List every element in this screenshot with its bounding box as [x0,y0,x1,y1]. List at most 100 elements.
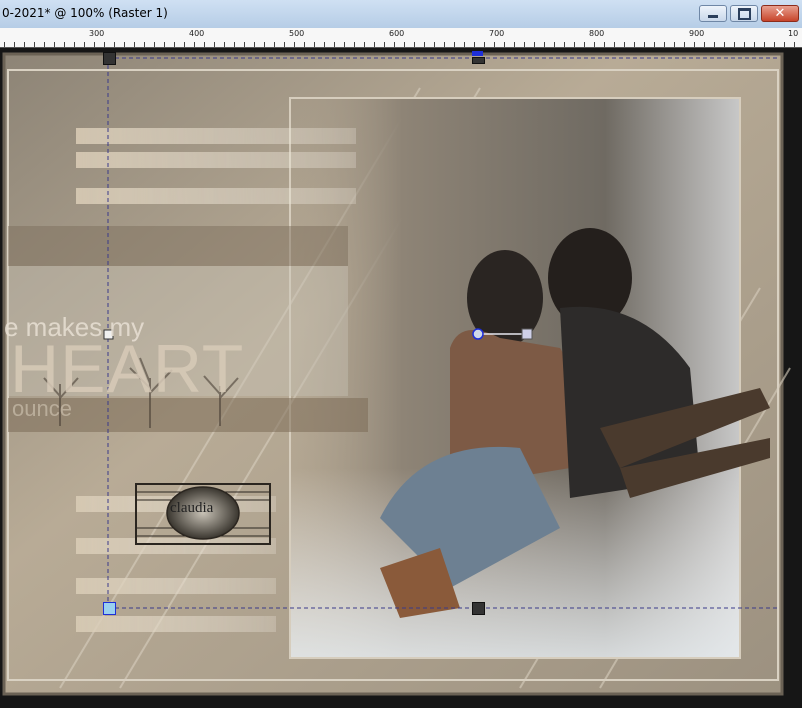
maximize-icon [737,7,751,20]
ruler-tick [564,42,565,47]
ruler-tick [44,42,45,47]
ruler-tick [164,42,165,47]
ruler-tick [494,42,495,47]
ruler-tick [184,42,185,47]
ruler-tick [604,42,605,47]
ruler-tick [4,42,5,47]
ruler-tick [54,42,55,47]
selection-handle-top-left[interactable] [103,52,116,65]
ruler-tick [404,42,405,47]
selection-handle-top-active[interactable] [472,51,483,56]
ruler-tick [84,42,85,47]
maximize-button[interactable] [730,5,758,22]
ruler-tick [644,42,645,47]
ruler-tick [344,42,345,47]
ruler-tick [574,42,575,47]
ruler-tick [674,42,675,47]
ruler-tick [144,42,145,47]
ruler-label: 700 [489,29,505,38]
ruler-label: 10 [788,29,799,38]
ruler-label: 500 [289,29,305,38]
close-button[interactable]: ✕ [761,5,799,22]
ruler-tick [64,42,65,47]
ruler-tick [554,42,555,47]
ruler-tick [304,42,305,47]
ruler-tick [364,42,365,47]
ruler-tick [294,42,295,47]
close-icon: ✕ [774,6,786,21]
ruler-tick [384,42,385,47]
ruler-tick [274,42,275,47]
ruler-tick [374,42,375,47]
ruler-tick [774,42,775,47]
ruler-tick [624,42,625,47]
ruler-tick [224,42,225,47]
ruler-label: 300 [89,29,105,38]
minimize-icon [708,15,718,18]
ruler-tick [474,42,475,47]
artwork-signature: claudia [170,500,214,516]
ruler-tick [124,42,125,47]
ruler-tick [174,42,175,47]
selection-handle-top[interactable] [472,57,485,64]
ruler-tick [314,42,315,47]
ruler-tick [484,42,485,47]
ruler-tick [654,42,655,47]
ruler-tick [94,42,95,47]
ruler-tick [394,42,395,47]
ruler-tick [264,42,265,47]
ruler-tick [464,42,465,47]
ruler-tick [784,42,785,47]
ruler-tick [244,42,245,47]
ruler-label: 600 [389,29,405,38]
ruler-tick [594,42,595,47]
ruler-tick [714,42,715,47]
ruler-tick [114,42,115,47]
ruler-label: 800 [589,29,605,38]
ruler-tick [194,42,195,47]
ruler-tick [434,42,435,47]
ruler-tick [444,42,445,47]
artwork-text-line3: ounce [12,396,72,421]
ruler-tick [74,42,75,47]
ruler-tick [424,42,425,47]
ruler-tick [504,42,505,47]
ruler-tick [704,42,705,47]
ruler-tick [724,42,725,47]
ruler-tick [794,42,795,47]
ruler-tick [234,42,235,47]
ruler-tick [104,42,105,47]
selection-handle-bottom[interactable] [472,602,485,615]
ruler-tick [694,42,695,47]
horizontal-ruler[interactable]: 300 400 500 600 700 800 900 10 [0,28,802,48]
selection-handle-bottom-left[interactable] [103,602,116,615]
ruler-tick [744,42,745,47]
ruler-tick [354,42,355,47]
ruler-tick [664,42,665,47]
ruler-tick [134,42,135,47]
image-canvas[interactable]: e makes my HEART ounce claudia [0,48,802,708]
ruler-label: 400 [189,29,205,38]
ruler-label: 900 [689,29,705,38]
minimize-button[interactable] [699,5,727,22]
ruler-tick [524,42,525,47]
ruler-tick [734,42,735,47]
window-title: 0-2021* @ 100% (Raster 1) [2,6,168,20]
ruler-tick [334,42,335,47]
ruler-tick [284,42,285,47]
ruler-tick [154,42,155,47]
ruler-tick [764,42,765,47]
ruler-tick [684,42,685,47]
ruler-tick [584,42,585,47]
ruler-tick [324,42,325,47]
ruler-tick [634,42,635,47]
ruler-tick [544,42,545,47]
ruler-tick [514,42,515,47]
ruler-tick [14,42,15,47]
ruler-tick [24,42,25,47]
ruler-tick [414,42,415,47]
ruler-tick [754,42,755,47]
ruler-tick [614,42,615,47]
window-titlebar[interactable]: 0-2021* @ 100% (Raster 1) ✕ [0,0,802,29]
ruler-tick [454,42,455,47]
